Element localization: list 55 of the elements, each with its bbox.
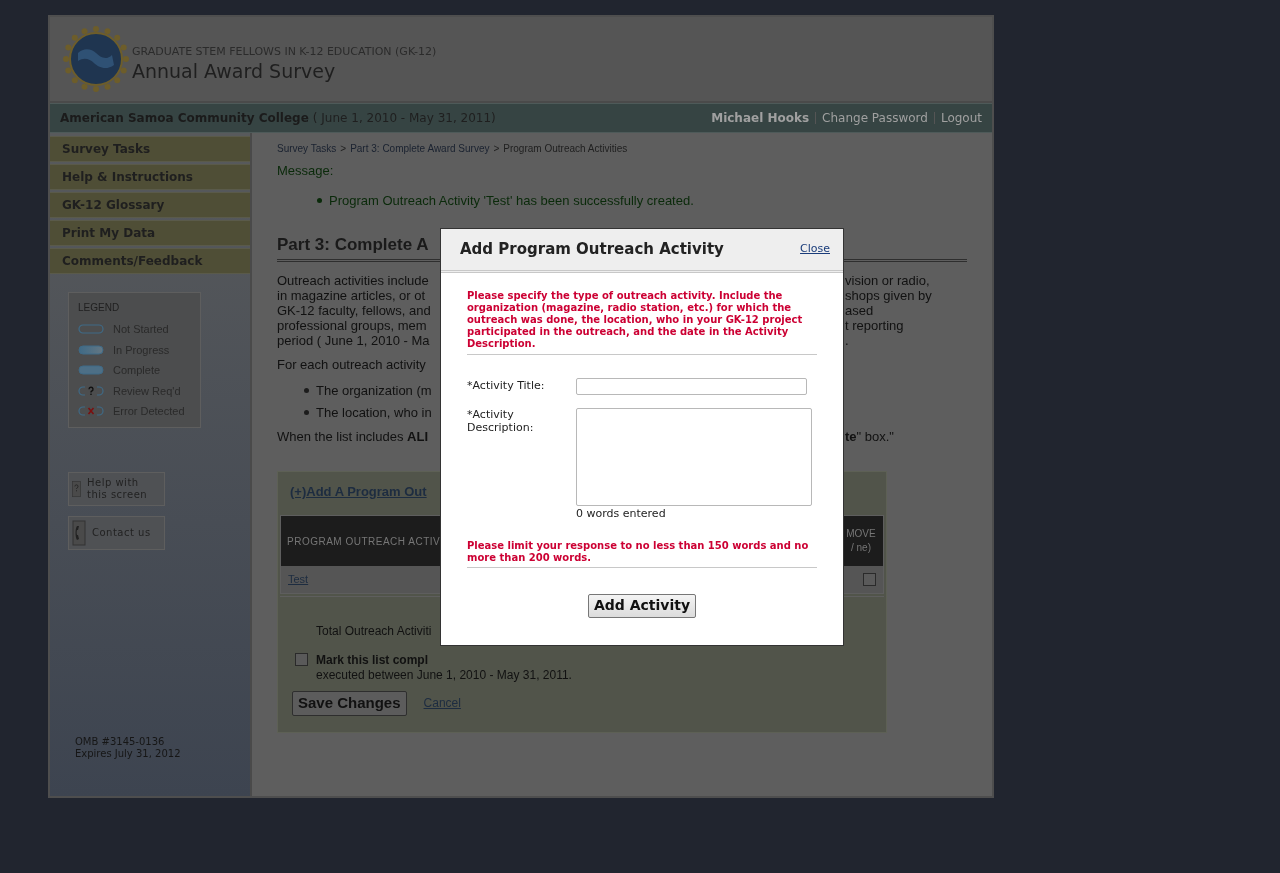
complete-label: Mark this list compl bbox=[316, 652, 430, 668]
intro-text: GK-12 faculty, fellows, and bbox=[277, 302, 432, 318]
field-label: *Activity Title: bbox=[467, 378, 546, 395]
intro-text: ased bbox=[845, 302, 874, 318]
intro-text: period ( June 1, 2010 - Ma bbox=[277, 332, 431, 348]
intro-text: in magazine articles, or ot bbox=[277, 287, 427, 303]
section-heading: Part 3: Complete A bbox=[277, 235, 429, 254]
intro-text: shops given by bbox=[845, 287, 932, 303]
dialog-title: Add Program Outreach Activity bbox=[460, 239, 724, 261]
instruction-text: For each outreach activity bbox=[277, 355, 426, 374]
close-link[interactable]: Close bbox=[800, 241, 830, 258]
intro-text: Outreach activities include bbox=[277, 272, 430, 288]
breadcrumb-current: Program Outreach Activities bbox=[503, 142, 628, 156]
success-message: Program Outreach Activity 'Test' has been successfully created. bbox=[329, 191, 694, 210]
intro-text: t reporting bbox=[845, 317, 904, 333]
intro-text: . bbox=[845, 332, 849, 348]
phone-icon bbox=[72, 519, 86, 546]
bullet-icon bbox=[317, 197, 322, 203]
half-filled-pill-icon bbox=[78, 344, 104, 355]
user-name: Michael Hooks bbox=[711, 110, 810, 127]
intro-text: vision or radio, bbox=[845, 272, 930, 288]
total-label: Total Outreach Activiti bbox=[316, 624, 432, 638]
description-textarea[interactable] bbox=[576, 408, 812, 506]
title-input[interactable] bbox=[576, 378, 807, 395]
omb-note: OMB #3145-0136 bbox=[75, 736, 166, 748]
question-pill-icon bbox=[78, 385, 104, 396]
field-label: *Activity Description: bbox=[467, 408, 535, 436]
message-label: Message: bbox=[277, 162, 334, 180]
breadcrumb-separator: > bbox=[340, 142, 347, 156]
header-link[interactable]: Change Password bbox=[822, 109, 928, 127]
instruction-text: When the list includes ALI bbox=[277, 428, 430, 446]
breadcrumb-link[interactable]: Survey Tasks bbox=[277, 141, 337, 156]
breadcrumb-link[interactable]: Part 3: Complete Award Survey bbox=[350, 141, 490, 156]
column-header: MOVE / ne) bbox=[845, 527, 877, 555]
filled-pill-icon bbox=[78, 365, 104, 376]
instruction-text: te" box." bbox=[845, 428, 894, 446]
bullet-text: The organization (m bbox=[316, 382, 432, 400]
header-link[interactable]: Logout bbox=[940, 109, 982, 127]
logo bbox=[62, 25, 130, 93]
empty-pill-icon bbox=[78, 324, 104, 335]
bullet-text: The location, who in bbox=[316, 403, 432, 422]
bullet-icon bbox=[304, 409, 309, 415]
error-pill-icon bbox=[78, 406, 104, 417]
save-changes-button[interactable]: Save Changes bbox=[292, 690, 407, 716]
intro-text: professional groups, mem bbox=[277, 317, 428, 333]
word-limit-text: Please limit your response to no less than 150 words and no more than 200 words. bbox=[467, 539, 817, 568]
complete-checkbox[interactable] bbox=[295, 652, 308, 666]
instructions-text: Please specify the type of outreach activity. Include the organization (magazine, radio station, etc.) for which the outreach was done, the location, who in your GK-12 project participated in the outreach, and the date in the Activity Description. bbox=[467, 290, 817, 355]
add-activity-button[interactable]: Add Activity bbox=[587, 593, 697, 618]
bullet-icon bbox=[304, 388, 309, 394]
remove-checkbox[interactable] bbox=[863, 573, 876, 586]
column-header: PROGRAM OUTREACH ACTIV bbox=[287, 534, 441, 549]
word-count: 0 words entered bbox=[576, 506, 666, 522]
breadcrumb-separator: > bbox=[493, 142, 500, 156]
complete-note: executed between June 1, 2010 - May 31, 2011. bbox=[316, 667, 572, 683]
